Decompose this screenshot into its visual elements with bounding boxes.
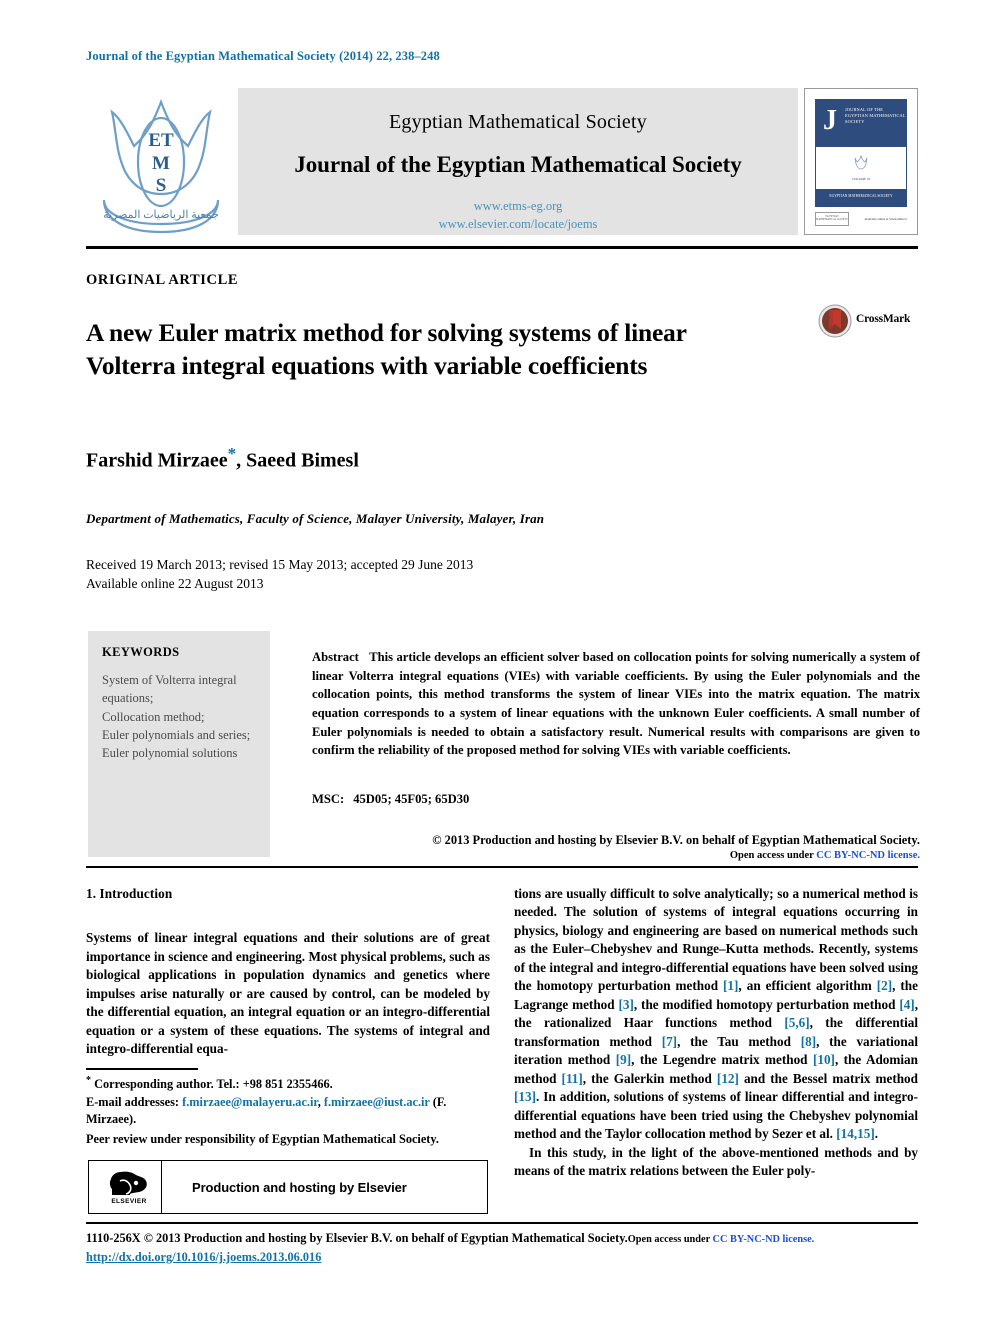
citation-ref-7[interactable]: [7] bbox=[662, 1034, 677, 1049]
elsevier-wordmark: ELSEVIER bbox=[111, 1198, 147, 1205]
elsevier-caption: Production and hosting by Elsevier bbox=[192, 1179, 407, 1195]
open-access-line: Open access under CC BY-NC-ND license. bbox=[312, 849, 920, 863]
paragraph-intro-left: Systems of linear integral equations and… bbox=[86, 930, 490, 1057]
msc-label: MSC: bbox=[312, 792, 345, 806]
citation-ref-8[interactable]: [8] bbox=[801, 1034, 816, 1049]
email-link-1[interactable]: f.mirzaee@malayeru.ac.ir bbox=[182, 1095, 318, 1109]
text-run: , an efficient algorithm bbox=[738, 978, 877, 994]
svg-text:S: S bbox=[156, 175, 167, 196]
citation-ref-12[interactable]: [12] bbox=[717, 1071, 739, 1086]
cover-etms-mark bbox=[854, 155, 868, 170]
masthead-rule bbox=[86, 246, 918, 249]
journal-title-band: Egyptian Mathematical Society Journal of… bbox=[238, 88, 798, 235]
citation-ref-4[interactable]: [4] bbox=[899, 997, 914, 1012]
cover-initial: J bbox=[823, 105, 837, 136]
svg-text:جمعية الرياضيات المصرية: جمعية الرياضيات المصرية bbox=[103, 209, 219, 221]
cover-footer-right: Available online at ScienceDirect bbox=[864, 216, 907, 221]
citation-ref-3[interactable]: [3] bbox=[618, 997, 633, 1012]
page-footer: 1110-256X © 2013 Production and hosting … bbox=[86, 1230, 918, 1267]
crossmark-icon bbox=[818, 304, 852, 338]
doi-link[interactable]: http://dx.doi.org/10.1016/j.joems.2013.0… bbox=[86, 1249, 918, 1267]
abstract-rule bbox=[86, 866, 918, 868]
body-column-right: tions are usually difficult to solve ana… bbox=[514, 885, 918, 1181]
paragraph-study: In this study, in the light of the above… bbox=[514, 1144, 918, 1179]
author-secondary: , Saeed Bimesl bbox=[236, 449, 359, 472]
journal-masthead: ET M S جمعية الرياضيات المصرية Egyptian … bbox=[86, 88, 918, 240]
crossmark-label: CrossMark bbox=[856, 313, 911, 325]
elsevier-logo: ELSEVIER bbox=[97, 1161, 162, 1213]
journal-cover-thumbnail: J JOURNAL OF THE EGYPTIAN MATHEMATICAL S… bbox=[804, 88, 918, 235]
text-run: , the modified homotopy perturbation met… bbox=[633, 996, 900, 1012]
abstract-block: Abstract This article develops an effici… bbox=[312, 648, 920, 760]
footnote-peer-review: Peer review under responsibility of Egyp… bbox=[86, 1132, 439, 1147]
citation-ref-13[interactable]: [13] bbox=[514, 1089, 536, 1104]
cover-bottom-text: EGYPTIAN MATHEMATICAL SOCIETY bbox=[815, 189, 907, 207]
citation-ref-2[interactable]: [2] bbox=[877, 978, 892, 993]
email-link-2[interactable]: f.mirzaee@iust.ac.ir bbox=[324, 1095, 430, 1109]
citation-ref-9[interactable]: [9] bbox=[616, 1052, 631, 1067]
running-head: Journal of the Egyptian Mathematical Soc… bbox=[86, 49, 440, 63]
body-column-left: 1. Introduction Systems of linear integr… bbox=[86, 885, 490, 1059]
article-history: Received 19 March 2013; revised 15 May 2… bbox=[86, 555, 473, 593]
history-online: Available online 22 August 2013 bbox=[86, 576, 264, 592]
elsevier-tree-icon bbox=[109, 1171, 147, 1195]
text-run: and the Bessel matrix method bbox=[738, 1070, 918, 1086]
cover-mid-caption: VOLUME 22 bbox=[851, 177, 871, 181]
keywords-box: KEYWORDS System of Volterra integral equ… bbox=[88, 631, 270, 857]
citation-ref-11[interactable]: [11] bbox=[562, 1071, 583, 1086]
text-run: , the Galerkin method bbox=[582, 1070, 717, 1086]
article-type-label: ORIGINAL ARTICLE bbox=[86, 272, 239, 288]
msc-codes: 45D05; 45F05; 65D30 bbox=[353, 792, 470, 806]
cover-footer-left: EGYPTIAN MATHEMATICAL SOCIETY bbox=[815, 212, 849, 226]
society-name: Egyptian Mathematical Society bbox=[389, 111, 647, 133]
paragraph-intro-right: tions are usually difficult to solve ana… bbox=[514, 885, 918, 1144]
etms-logo: ET M S جمعية الرياضيات المصرية bbox=[86, 90, 236, 238]
paper-page: Journal of the Egyptian Mathematical Soc… bbox=[0, 0, 992, 1323]
footnote-marker: * bbox=[86, 1075, 91, 1086]
footer-cc-license-link[interactable]: CC BY-NC-ND license. bbox=[713, 1234, 815, 1245]
keywords-list: System of Volterra integral equations; C… bbox=[102, 673, 251, 760]
open-access-prefix: Open access under bbox=[729, 849, 817, 861]
elsevier-hosting-box: ELSEVIER Production and hosting by Elsev… bbox=[88, 1160, 488, 1214]
footer-issn-line: 1110-256X © 2013 Production and hosting … bbox=[86, 1231, 628, 1245]
footnote-corresponding: * Corresponding author. Tel.: +98 851 23… bbox=[86, 1074, 490, 1094]
text-run: . bbox=[874, 1126, 879, 1142]
footnote-emails: E-mail addresses: f.mirzaee@malayeru.ac.… bbox=[86, 1094, 490, 1129]
cover-title-text: JOURNAL OF THE EGYPTIAN MATHEMATICAL SOC… bbox=[845, 107, 906, 125]
cc-license-link[interactable]: CC BY-NC-ND license. bbox=[816, 850, 920, 861]
journal-urls: www.etms-eg.org www.elsevier.com/locate/… bbox=[238, 198, 798, 234]
history-received: Received 19 March 2013; revised 15 May 2… bbox=[86, 557, 474, 572]
footnote-corr-text: Corresponding author. Tel.: +98 851 2355… bbox=[94, 1077, 333, 1092]
citation-ref-10[interactable]: [10] bbox=[813, 1052, 835, 1067]
abstract-copyright: © 2013 Production and hosting by Elsevie… bbox=[312, 832, 920, 863]
copyright-line: © 2013 Production and hosting by Elsevie… bbox=[432, 833, 920, 847]
keywords-heading: KEYWORDS bbox=[102, 645, 180, 659]
footer-open-access-prefix: Open access under bbox=[627, 1234, 713, 1245]
author-primary: Farshid Mirzaee bbox=[86, 449, 228, 472]
section-heading-introduction: 1. Introduction bbox=[86, 886, 173, 901]
citation-ref-14-15[interactable]: [14,15] bbox=[836, 1126, 874, 1141]
journal-name: Journal of the Egyptian Mathematical Soc… bbox=[294, 152, 742, 177]
msc-line: MSC: 45D05; 45F05; 65D30 bbox=[312, 792, 469, 807]
corresponding-author-marker: * bbox=[227, 444, 237, 463]
footnotes-block: * Corresponding author. Tel.: +98 851 23… bbox=[86, 1074, 490, 1149]
svg-text:ET: ET bbox=[148, 130, 174, 151]
citation-ref-5-6[interactable]: [5,6] bbox=[784, 1015, 809, 1030]
text-run: , the Tau method bbox=[677, 1033, 801, 1049]
svg-text:M: M bbox=[152, 153, 170, 174]
crossmark-badge[interactable]: CrossMark bbox=[818, 304, 918, 340]
footnote-rule bbox=[86, 1068, 198, 1070]
abstract-label: Abstract bbox=[312, 650, 359, 664]
abstract-text: This article develops an efficient solve… bbox=[312, 650, 920, 758]
email-label: E-mail addresses: bbox=[86, 1094, 180, 1109]
author-list: Farshid Mirzaee*, Saeed Bimesl bbox=[86, 444, 359, 473]
citation-ref-1[interactable]: [1] bbox=[723, 978, 738, 993]
text-run: , the Legendre matrix method bbox=[631, 1052, 813, 1068]
society-url-link[interactable]: www.etms-eg.org bbox=[238, 198, 798, 216]
page-title: A new Euler matrix method for solving sy… bbox=[86, 318, 687, 380]
footer-rule bbox=[86, 1222, 918, 1224]
elsevier-url-link[interactable]: www.elsevier.com/locate/joems bbox=[238, 216, 798, 234]
affiliation: Department of Mathematics, Faculty of Sc… bbox=[86, 511, 545, 526]
